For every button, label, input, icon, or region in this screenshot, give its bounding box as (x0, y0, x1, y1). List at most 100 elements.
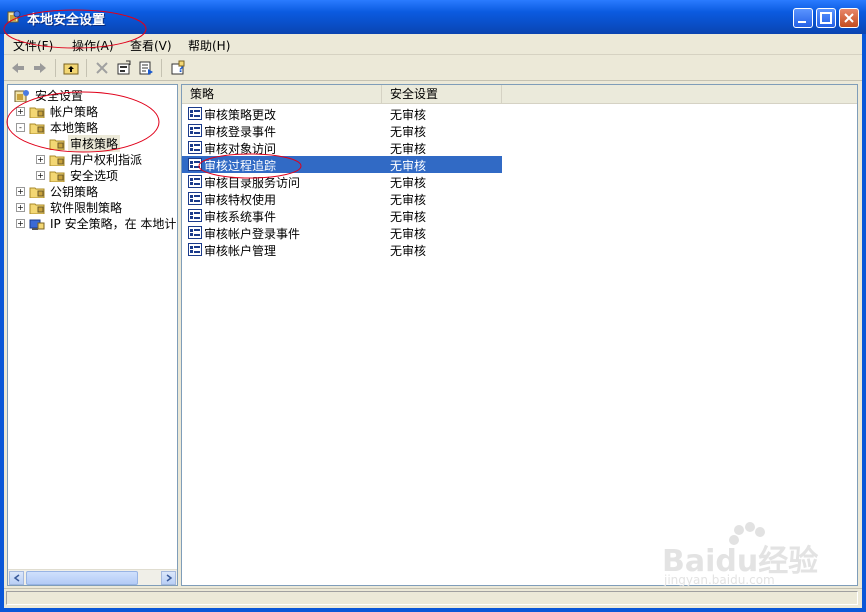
policy-name: 审核特权使用 (204, 193, 277, 207)
tree-item-label: 用户权利指派 (70, 152, 143, 167)
expand-icon[interactable]: + (16, 186, 25, 196)
tree-item[interactable]: + 帐户策略 (16, 103, 100, 119)
policy-setting: 无审核 (390, 159, 427, 173)
forward-button[interactable] (31, 59, 49, 77)
table-row[interactable]: 审核登录事件 无审核 (182, 122, 502, 139)
forward-arrow-icon (34, 63, 46, 73)
properties-icon (117, 60, 131, 75)
status-panel (6, 591, 858, 605)
toolbar-separator (161, 59, 162, 77)
close-button[interactable] (839, 8, 859, 28)
maximize-icon (820, 12, 832, 24)
policy-setting: 无审核 (390, 176, 427, 190)
maximize-button[interactable] (816, 8, 836, 28)
toolbar-separator (86, 59, 87, 77)
scroll-right-button[interactable] (161, 571, 176, 585)
policy-name: 审核登录事件 (204, 125, 277, 139)
tree-item[interactable]: 审核策略 (36, 134, 121, 152)
policy-setting: 无审核 (390, 227, 427, 241)
tree-item[interactable]: + 公钥策略 (16, 183, 100, 199)
minimize-icon (798, 21, 806, 23)
delete-button[interactable] (93, 59, 111, 77)
tree-item[interactable]: + 安全选项 (36, 167, 120, 183)
table-row[interactable]: 审核特权使用 无审核 (182, 190, 502, 207)
menu-file[interactable]: 文件(F) (13, 37, 53, 54)
tree-item[interactable]: + 用户权利指派 (36, 151, 144, 167)
help-icon: ? (171, 60, 185, 75)
security-settings-icon (14, 89, 29, 102)
tree-item[interactable]: + IP 安全策略，在 本地计算机 (16, 215, 177, 231)
expand-icon[interactable]: + (16, 218, 25, 228)
tree-item-label: 本地策略 (50, 120, 99, 135)
chevron-right-icon (166, 574, 172, 582)
tree-item-label: IP 安全策略，在 本地计算机 (50, 216, 177, 231)
table-row[interactable]: 审核策略更改 无审核 (182, 105, 502, 122)
tree-pane[interactable]: 安全设置 + 帐户策略 - 本地策略 审核策略 + 用户权利指派 + 安全选项 + 公钥策略 + 软件限制… (7, 84, 178, 586)
tree-item-label: 审核策略 (68, 134, 121, 152)
back-arrow-icon (12, 63, 24, 73)
status-bar (4, 588, 862, 607)
tree-item[interactable]: - 本地策略 (16, 119, 100, 135)
local-security-icon (7, 10, 21, 23)
folder-icon (29, 203, 45, 214)
policy-setting: 无审核 (390, 193, 427, 207)
table-row[interactable]: 审核帐户管理 无审核 (182, 241, 502, 258)
table-row[interactable]: 审核过程追踪 无审核 (182, 156, 502, 173)
policy-setting: 无审核 (390, 142, 427, 156)
table-row[interactable]: 审核系统事件 无审核 (182, 207, 502, 224)
expand-icon[interactable]: + (36, 170, 45, 180)
audit-policy-icon (188, 243, 202, 256)
scroll-left-button[interactable] (9, 571, 24, 585)
help-button[interactable]: ? (169, 59, 187, 77)
table-row[interactable]: 审核帐户登录事件 无审核 (182, 224, 502, 241)
folder-open-icon (29, 123, 45, 134)
expand-icon[interactable]: + (16, 106, 25, 116)
audit-policy-icon (188, 158, 202, 171)
audit-policy-icon (188, 107, 202, 120)
export-list-button[interactable] (137, 59, 155, 77)
folder-icon (29, 107, 45, 118)
audit-policy-icon (188, 226, 202, 239)
window-title: 本地安全设置 (27, 13, 106, 28)
policy-name: 审核帐户登录事件 (204, 227, 301, 241)
menu-view[interactable]: 查看(V) (130, 37, 172, 54)
collapse-icon[interactable]: - (16, 122, 25, 132)
back-button[interactable] (9, 59, 27, 77)
minimize-button[interactable] (793, 8, 813, 28)
ip-security-icon (29, 219, 45, 230)
scroll-thumb[interactable] (26, 571, 138, 585)
policy-setting: 无审核 (390, 108, 427, 122)
properties-button[interactable] (115, 59, 133, 77)
up-folder-icon (63, 63, 79, 75)
expand-icon[interactable]: + (36, 154, 45, 164)
folder-icon (49, 139, 65, 150)
policy-name: 审核过程追踪 (204, 159, 277, 173)
folder-icon (49, 171, 65, 182)
up-folder-button[interactable] (62, 59, 80, 77)
tree-item-label: 安全选项 (70, 168, 119, 183)
tree-item[interactable]: 安全设置 (14, 87, 85, 103)
policy-setting: 无审核 (390, 210, 427, 224)
column-header-policy[interactable]: 策略 (182, 85, 382, 103)
menu-help[interactable]: 帮助(H) (188, 37, 230, 54)
policy-name: 审核系统事件 (204, 210, 277, 224)
audit-policy-icon (188, 141, 202, 154)
tree-item-label: 帐户策略 (50, 104, 99, 119)
tree-item[interactable]: + 软件限制策略 (16, 199, 124, 215)
list-pane[interactable]: 策略 安全设置 审核策略更改 无审核 审核登录事件 无审核 审核对象访问 无审核 审核过程追… (181, 84, 858, 586)
folder-icon (29, 187, 45, 198)
close-icon (844, 13, 854, 23)
title-bar[interactable]: 本地安全设置 (0, 0, 866, 34)
policy-name: 审核目录服务访问 (204, 176, 301, 190)
audit-policy-icon (188, 209, 202, 222)
expand-icon[interactable]: + (16, 202, 25, 212)
table-row[interactable]: 审核目录服务访问 无审核 (182, 173, 502, 190)
tree-item-label: 软件限制策略 (50, 200, 123, 215)
table-row[interactable]: 审核对象访问 无审核 (182, 139, 502, 156)
folder-icon (49, 155, 65, 166)
menu-action[interactable]: 操作(A) (72, 37, 114, 54)
policy-name: 审核帐户管理 (204, 244, 277, 258)
column-header-setting[interactable]: 安全设置 (382, 85, 502, 103)
horizontal-scrollbar[interactable] (8, 569, 177, 585)
toolbar-separator (55, 59, 56, 77)
